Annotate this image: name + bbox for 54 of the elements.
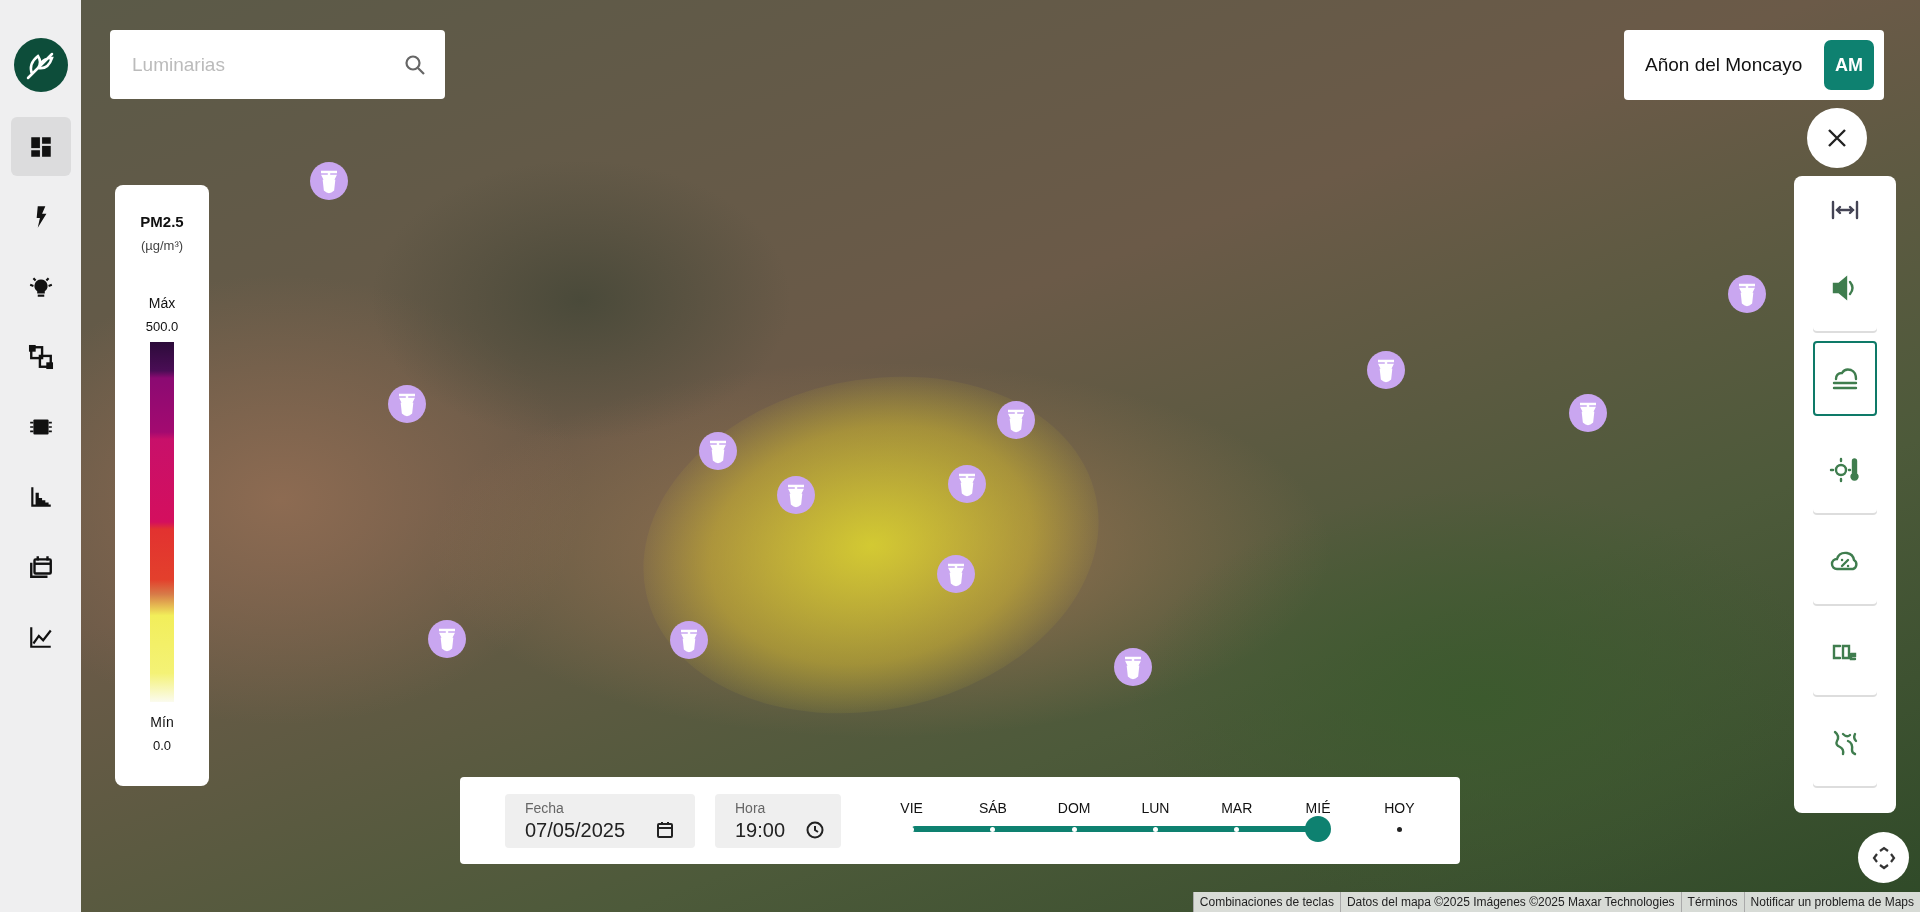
legend-unit: (µg/m³): [140, 238, 184, 253]
sensor-marker[interactable]: [776, 475, 816, 515]
sensor-marker[interactable]: [698, 431, 738, 471]
max-value: 500.0: [145, 319, 179, 334]
leaf-logo-icon: [13, 38, 68, 92]
sensor-marker[interactable]: [387, 384, 427, 424]
date-label: Fecha: [525, 799, 565, 816]
location-name: Añon del Moncayo: [1645, 54, 1803, 76]
date-field[interactable]: Fecha 07/05/2025: [505, 793, 695, 848]
attribution-link[interactable]: Datos del mapa ©2025 Imágenes ©2025 Maxar Technologies: [1339, 892, 1681, 912]
day-label[interactable]: MIÉ: [1277, 799, 1359, 816]
day-label[interactable]: HOY: [1358, 799, 1440, 816]
attribution-link[interactable]: Notificar un problema de Maps: [1743, 892, 1920, 912]
connected-squares-icon: [27, 343, 54, 370]
day-label[interactable]: LUN: [1114, 799, 1197, 816]
clock-icon: [805, 820, 825, 840]
day-label[interactable]: VIE: [871, 799, 953, 816]
user-avatar[interactable]: AM: [1824, 40, 1874, 90]
sensor-marker[interactable]: [309, 161, 349, 201]
sidebar-button[interactable]: [10, 117, 71, 176]
expand-arrows-icon: [1871, 845, 1896, 870]
sensor-marker[interactable]: [427, 619, 467, 659]
close-icon: [1826, 127, 1848, 149]
sensor-marker[interactable]: [1366, 350, 1406, 390]
day-label[interactable]: DOM: [1033, 799, 1115, 816]
search-field[interactable]: Luminarias: [110, 30, 445, 99]
time-value: 19:00: [735, 818, 786, 842]
max-label: Máx: [148, 295, 176, 311]
attribution-link[interactable]: Términos: [1680, 892, 1744, 912]
search-icon: [403, 52, 427, 77]
search-input[interactable]: Luminarias: [130, 29, 395, 100]
close-button[interactable]: [1807, 108, 1867, 168]
sensor-marker[interactable]: [1727, 274, 1767, 314]
legend-title: PM2.5: [140, 213, 184, 230]
sensor-marker[interactable]: [669, 620, 709, 660]
day-label[interactable]: SÁB: [952, 799, 1034, 816]
calendar-icon: [655, 820, 675, 840]
day-label[interactable]: MAR: [1196, 799, 1278, 816]
sensor-marker[interactable]: [936, 554, 976, 594]
layer-button[interactable]: [1813, 341, 1877, 416]
slider-thumb[interactable]: [1304, 815, 1331, 842]
date-value: 07/05/2025: [525, 818, 626, 842]
sensor-marker[interactable]: [1568, 393, 1608, 433]
time-field[interactable]: Hora 19:00: [715, 793, 841, 848]
min-label: Mín: [150, 714, 174, 730]
sensor-marker[interactable]: [1113, 647, 1153, 687]
calendar-stack-icon: [27, 553, 54, 580]
min-value: 0.0: [152, 738, 172, 753]
attribution-link[interactable]: Combinaciones de teclas: [1192, 892, 1340, 912]
sensor-marker[interactable]: [947, 464, 987, 504]
timeline-slider[interactable]: [911, 815, 1400, 842]
sensor-marker[interactable]: [996, 400, 1036, 440]
time-label: Hora: [735, 799, 767, 816]
fullscreen-button[interactable]: [1858, 832, 1909, 883]
